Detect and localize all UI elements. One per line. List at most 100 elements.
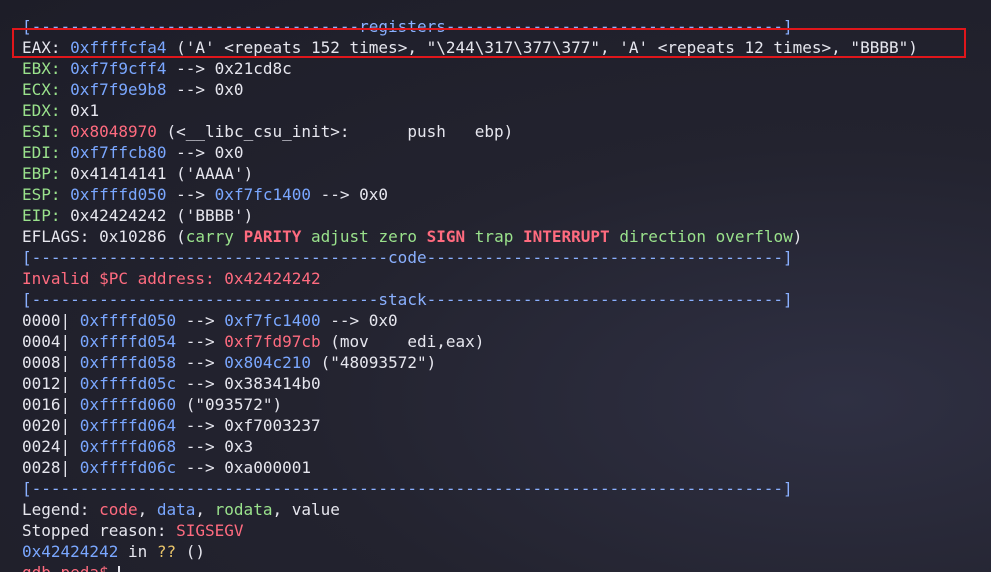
register-esi: ESI: 0x8048970 (<__libc_csu_init>: push … bbox=[22, 121, 982, 142]
stack-address: 0xffffd060 bbox=[79, 395, 177, 414]
flag-zero: zero bbox=[378, 227, 417, 246]
stopped-signal: SIGSEGV bbox=[176, 521, 244, 540]
stack-offset: 0012| bbox=[22, 374, 80, 393]
register-eflags: EFLAGS: 0x10286 (carry PARITY adjust zer… bbox=[22, 226, 982, 247]
legend-value: value bbox=[291, 500, 340, 519]
register-label: EDX: bbox=[22, 101, 71, 120]
register-label: ESP: bbox=[22, 185, 71, 204]
register-value: 0x41414141 ('AAAA') bbox=[70, 164, 254, 183]
legend-label: Legend: bbox=[22, 500, 100, 519]
stack-rest: --> 0x0 bbox=[320, 311, 398, 330]
register-desc: --> 0x0 bbox=[166, 80, 244, 99]
legend-sep: , bbox=[137, 500, 157, 519]
stack-address: 0xffffd050 bbox=[79, 311, 177, 330]
location-address: 0x42424242 bbox=[22, 542, 119, 561]
register-label: EFLAGS: bbox=[22, 227, 100, 246]
stack-offset: 0000| bbox=[22, 311, 80, 330]
stack-row: 0016| 0xffffd060 ("093572") bbox=[22, 394, 982, 415]
stack-row: 0008| 0xffffd058 --> 0x804c210 ("4809357… bbox=[22, 352, 982, 373]
stack-value: 0xf7fc1400 bbox=[224, 311, 321, 330]
flag-adjust: adjust bbox=[311, 227, 369, 246]
register-eip: EIP: 0x42424242 ('BBBB') bbox=[22, 205, 982, 226]
terminal-window[interactable]: [----------------------------------regis… bbox=[22, 16, 982, 572]
register-edi: EDI: 0xf7ffcb80 --> 0x0 bbox=[22, 142, 982, 163]
location-args: () bbox=[176, 542, 206, 561]
register-desc: --> 0x21cd8c bbox=[166, 59, 292, 78]
stack-value: 0x804c210 bbox=[224, 353, 311, 372]
stack-address: 0xffffd058 bbox=[79, 353, 177, 372]
register-desc: --> 0x0 bbox=[311, 185, 389, 204]
register-value: 0x1 bbox=[70, 101, 100, 120]
flag-sign: SIGN bbox=[426, 227, 466, 246]
stack-rest: --> 0xf7003237 bbox=[176, 416, 321, 435]
stack-arrow: --> bbox=[176, 311, 225, 330]
legend-rodata: rodata bbox=[214, 500, 273, 519]
stack-address: 0xffffd068 bbox=[79, 437, 177, 456]
stack-rest: ("48093572") bbox=[311, 353, 437, 372]
register-label: EBP: bbox=[22, 164, 71, 183]
register-label: EDI: bbox=[22, 143, 71, 162]
stack-rest: (mov edi,eax) bbox=[320, 332, 485, 351]
register-desc: --> 0x0 bbox=[166, 143, 244, 162]
stack-offset: 0020| bbox=[22, 416, 80, 435]
stack-rest: --> 0xa000001 bbox=[176, 458, 311, 477]
register-value: 0x42424242 ('BBBB') bbox=[70, 206, 254, 225]
location-line: 0x42424242 in ?? () bbox=[22, 541, 982, 562]
stack-offset: 0016| bbox=[22, 395, 80, 414]
gdb-prompt: gdb-peda$ bbox=[22, 563, 118, 572]
register-label: EBX: bbox=[22, 59, 71, 78]
stack-rest: ("093572") bbox=[176, 395, 283, 414]
prompt-line[interactable]: gdb-peda$ bbox=[22, 562, 982, 572]
register-desc: (<__libc_csu_init>: push ebp) bbox=[156, 122, 514, 141]
register-edx: EDX: 0x1 bbox=[22, 100, 982, 121]
register-value: 0x10286 ( bbox=[99, 227, 186, 246]
code-header: [-------------------------------------co… bbox=[22, 248, 793, 267]
text-cursor bbox=[118, 565, 121, 572]
register-ebx: EBX: 0xf7f9cff4 --> 0x21cd8c bbox=[22, 58, 982, 79]
stack-arrow: --> bbox=[176, 353, 225, 372]
eax-highlight-box bbox=[12, 28, 966, 58]
register-label: ESI: bbox=[22, 122, 71, 141]
stack-row: 0012| 0xffffd05c --> 0x383414b0 bbox=[22, 373, 982, 394]
flag-parity: PARITY bbox=[243, 227, 302, 246]
legend-code: code bbox=[99, 500, 138, 519]
eflags-close: ) bbox=[792, 227, 803, 246]
code-message: Invalid $PC address: 0x42424242 bbox=[22, 269, 321, 288]
register-value-deref: 0xf7fc1400 bbox=[214, 185, 311, 204]
stack-rest: --> 0x3 bbox=[176, 437, 254, 456]
legend-sep: , bbox=[272, 500, 292, 519]
stack-rest: --> 0x383414b0 bbox=[176, 374, 321, 393]
register-value: 0xffffd050 bbox=[70, 185, 167, 204]
register-value: 0x8048970 bbox=[70, 122, 157, 141]
register-label: ECX: bbox=[22, 80, 71, 99]
register-ecx: ECX: 0xf7f9e9b8 --> 0x0 bbox=[22, 79, 982, 100]
register-ebp: EBP: 0x41414141 ('AAAA') bbox=[22, 163, 982, 184]
stopped-reason-line: Stopped reason: SIGSEGV bbox=[22, 520, 982, 541]
flag-direction: direction bbox=[619, 227, 707, 246]
flag-carry: carry bbox=[185, 227, 234, 246]
stack-row: 0024| 0xffffd068 --> 0x3 bbox=[22, 436, 982, 457]
stopped-label: Stopped reason: bbox=[22, 521, 177, 540]
flag-interrupt: INTERRUPT bbox=[522, 227, 610, 246]
legend-line: Legend: code, data, rodata, value bbox=[22, 499, 982, 520]
register-value: 0xf7f9e9b8 bbox=[70, 80, 167, 99]
stack-header: [------------------------------------sta… bbox=[22, 290, 793, 309]
stack-offset: 0028| bbox=[22, 458, 80, 477]
location-function: ?? bbox=[156, 542, 177, 561]
stack-address: 0xffffd05c bbox=[79, 374, 177, 393]
register-value: 0xf7ffcb80 bbox=[70, 143, 167, 162]
stack-row: 0020| 0xffffd064 --> 0xf7003237 bbox=[22, 415, 982, 436]
register-label: EIP: bbox=[22, 206, 71, 225]
stack-offset: 0024| bbox=[22, 437, 80, 456]
register-value: 0xf7f9cff4 bbox=[70, 59, 167, 78]
stack-offset: 0004| bbox=[22, 332, 80, 351]
stack-row: 0004| 0xffffd054 --> 0xf7fd97cb (mov edi… bbox=[22, 331, 982, 352]
stack-address: 0xffffd064 bbox=[79, 416, 177, 435]
stack-offset: 0008| bbox=[22, 353, 80, 372]
flag-trap: trap bbox=[474, 227, 514, 246]
stack-row: 0028| 0xffffd06c --> 0xa000001 bbox=[22, 457, 982, 478]
location-in: in bbox=[118, 542, 157, 561]
legend-sep: , bbox=[195, 500, 215, 519]
stack-value: 0xf7fd97cb bbox=[224, 332, 321, 351]
register-arrow: --> bbox=[166, 185, 215, 204]
